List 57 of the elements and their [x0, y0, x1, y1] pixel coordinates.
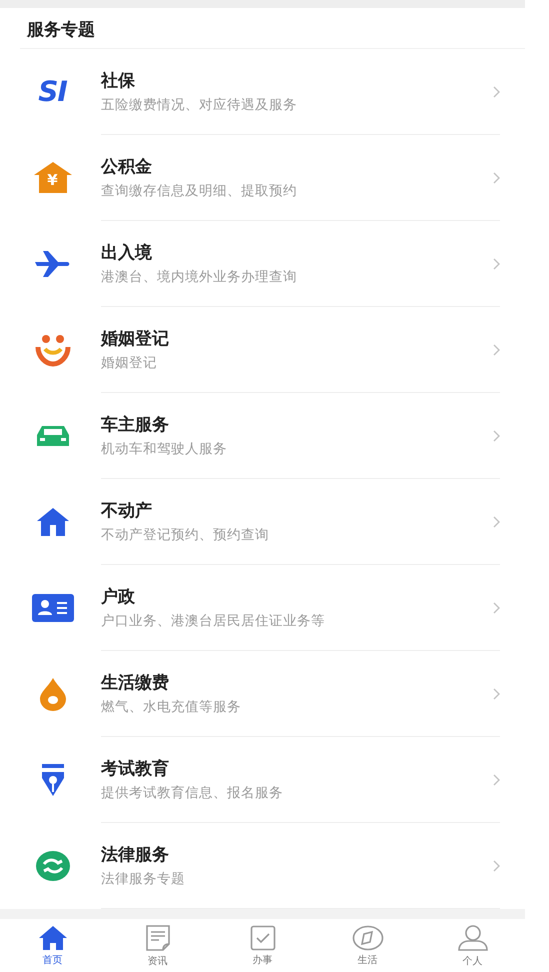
house-icon [36, 507, 70, 538]
service-description: 婚姻登记 [101, 354, 157, 372]
service-title: 生活缴费 [101, 672, 169, 693]
service-title: 社保 [101, 70, 135, 91]
service-description: 查询缴存信息及明细、提取预约 [101, 182, 297, 200]
service-description: 户口业务、港澳台居民居住证业务等 [101, 612, 325, 630]
plane-icon [34, 250, 70, 278]
service-item[interactable]: 考试教育 提供考试教育信息、报名服务 [0, 737, 525, 824]
service-title: 户政 [101, 586, 135, 607]
service-item[interactable]: ¥ 公积金 查询缴存信息及明细、提取预约 [0, 135, 525, 222]
tab[interactable]: 资讯 [105, 919, 210, 972]
service-item[interactable]: 生活缴费 燃气、水电充值等服务 [0, 651, 525, 738]
tab[interactable]: 生活 [315, 919, 420, 972]
service-title: 法律服务 [101, 844, 169, 865]
chevron-right-icon [493, 602, 500, 614]
chevron-right-icon [493, 172, 500, 184]
chevron-right-icon [493, 688, 500, 700]
service-item[interactable]: 不动产 不动产登记预约、预约查询 [0, 479, 525, 566]
home-icon [38, 924, 68, 951]
service-description: 机动车和驾驶人服务 [101, 440, 227, 458]
service-item[interactable]: 车主服务 机动车和驾驶人服务 [0, 393, 525, 480]
chevron-right-icon [493, 860, 500, 872]
section-title: 服务专题 [20, 8, 525, 50]
chevron-right-icon [493, 430, 500, 442]
service-title: 婚姻登记 [101, 328, 169, 349]
service-description: 提供考试教育信息、报名服务 [101, 784, 283, 802]
service-description: 五险缴费情况、对应待遇及服务 [101, 96, 297, 114]
tab[interactable]: 首页 [0, 919, 105, 972]
service-item[interactable]: 出入境 港澳台、境内境外业务办理查询 [0, 221, 525, 308]
tab[interactable]: 个人 [420, 919, 525, 972]
checkbox-icon [250, 924, 276, 951]
service-title: 车主服务 [101, 414, 169, 435]
service-title: 公积金 [101, 156, 152, 177]
house-yen-icon: ¥ [32, 161, 72, 196]
drop-icon [38, 677, 68, 712]
service-description: 不动产登记预约、预约查询 [101, 526, 269, 544]
service-description: 燃气、水电充值等服务 [101, 698, 241, 716]
service-item[interactable]: SI 社保 五险缴费情况、对应待遇及服务 [0, 49, 525, 136]
service-item[interactable]: 户政 户口业务、港澳台居民居住证业务等 [0, 565, 525, 652]
document-icon [144, 924, 170, 952]
social-insurance-logo: SI [38, 78, 67, 106]
service-item[interactable]: 婚姻登记 婚姻登记 [0, 307, 525, 394]
tab[interactable]: 办事 [210, 919, 315, 972]
service-description: 港澳台、境内境外业务办理查询 [101, 268, 297, 286]
person-icon [456, 924, 488, 952]
service-title: 出入境 [101, 242, 152, 263]
chevron-right-icon [493, 344, 500, 356]
id-card-icon [32, 594, 74, 622]
chevron-right-icon [493, 516, 500, 528]
service-title: 不动产 [101, 500, 152, 521]
handshake-icon [34, 850, 70, 882]
service-title: 考试教育 [101, 758, 169, 779]
chevron-right-icon [493, 86, 500, 98]
chevron-right-icon [493, 258, 500, 270]
chevron-right-icon [493, 774, 500, 786]
service-description: 法律服务专题 [101, 870, 185, 888]
compass-icon [352, 924, 384, 951]
